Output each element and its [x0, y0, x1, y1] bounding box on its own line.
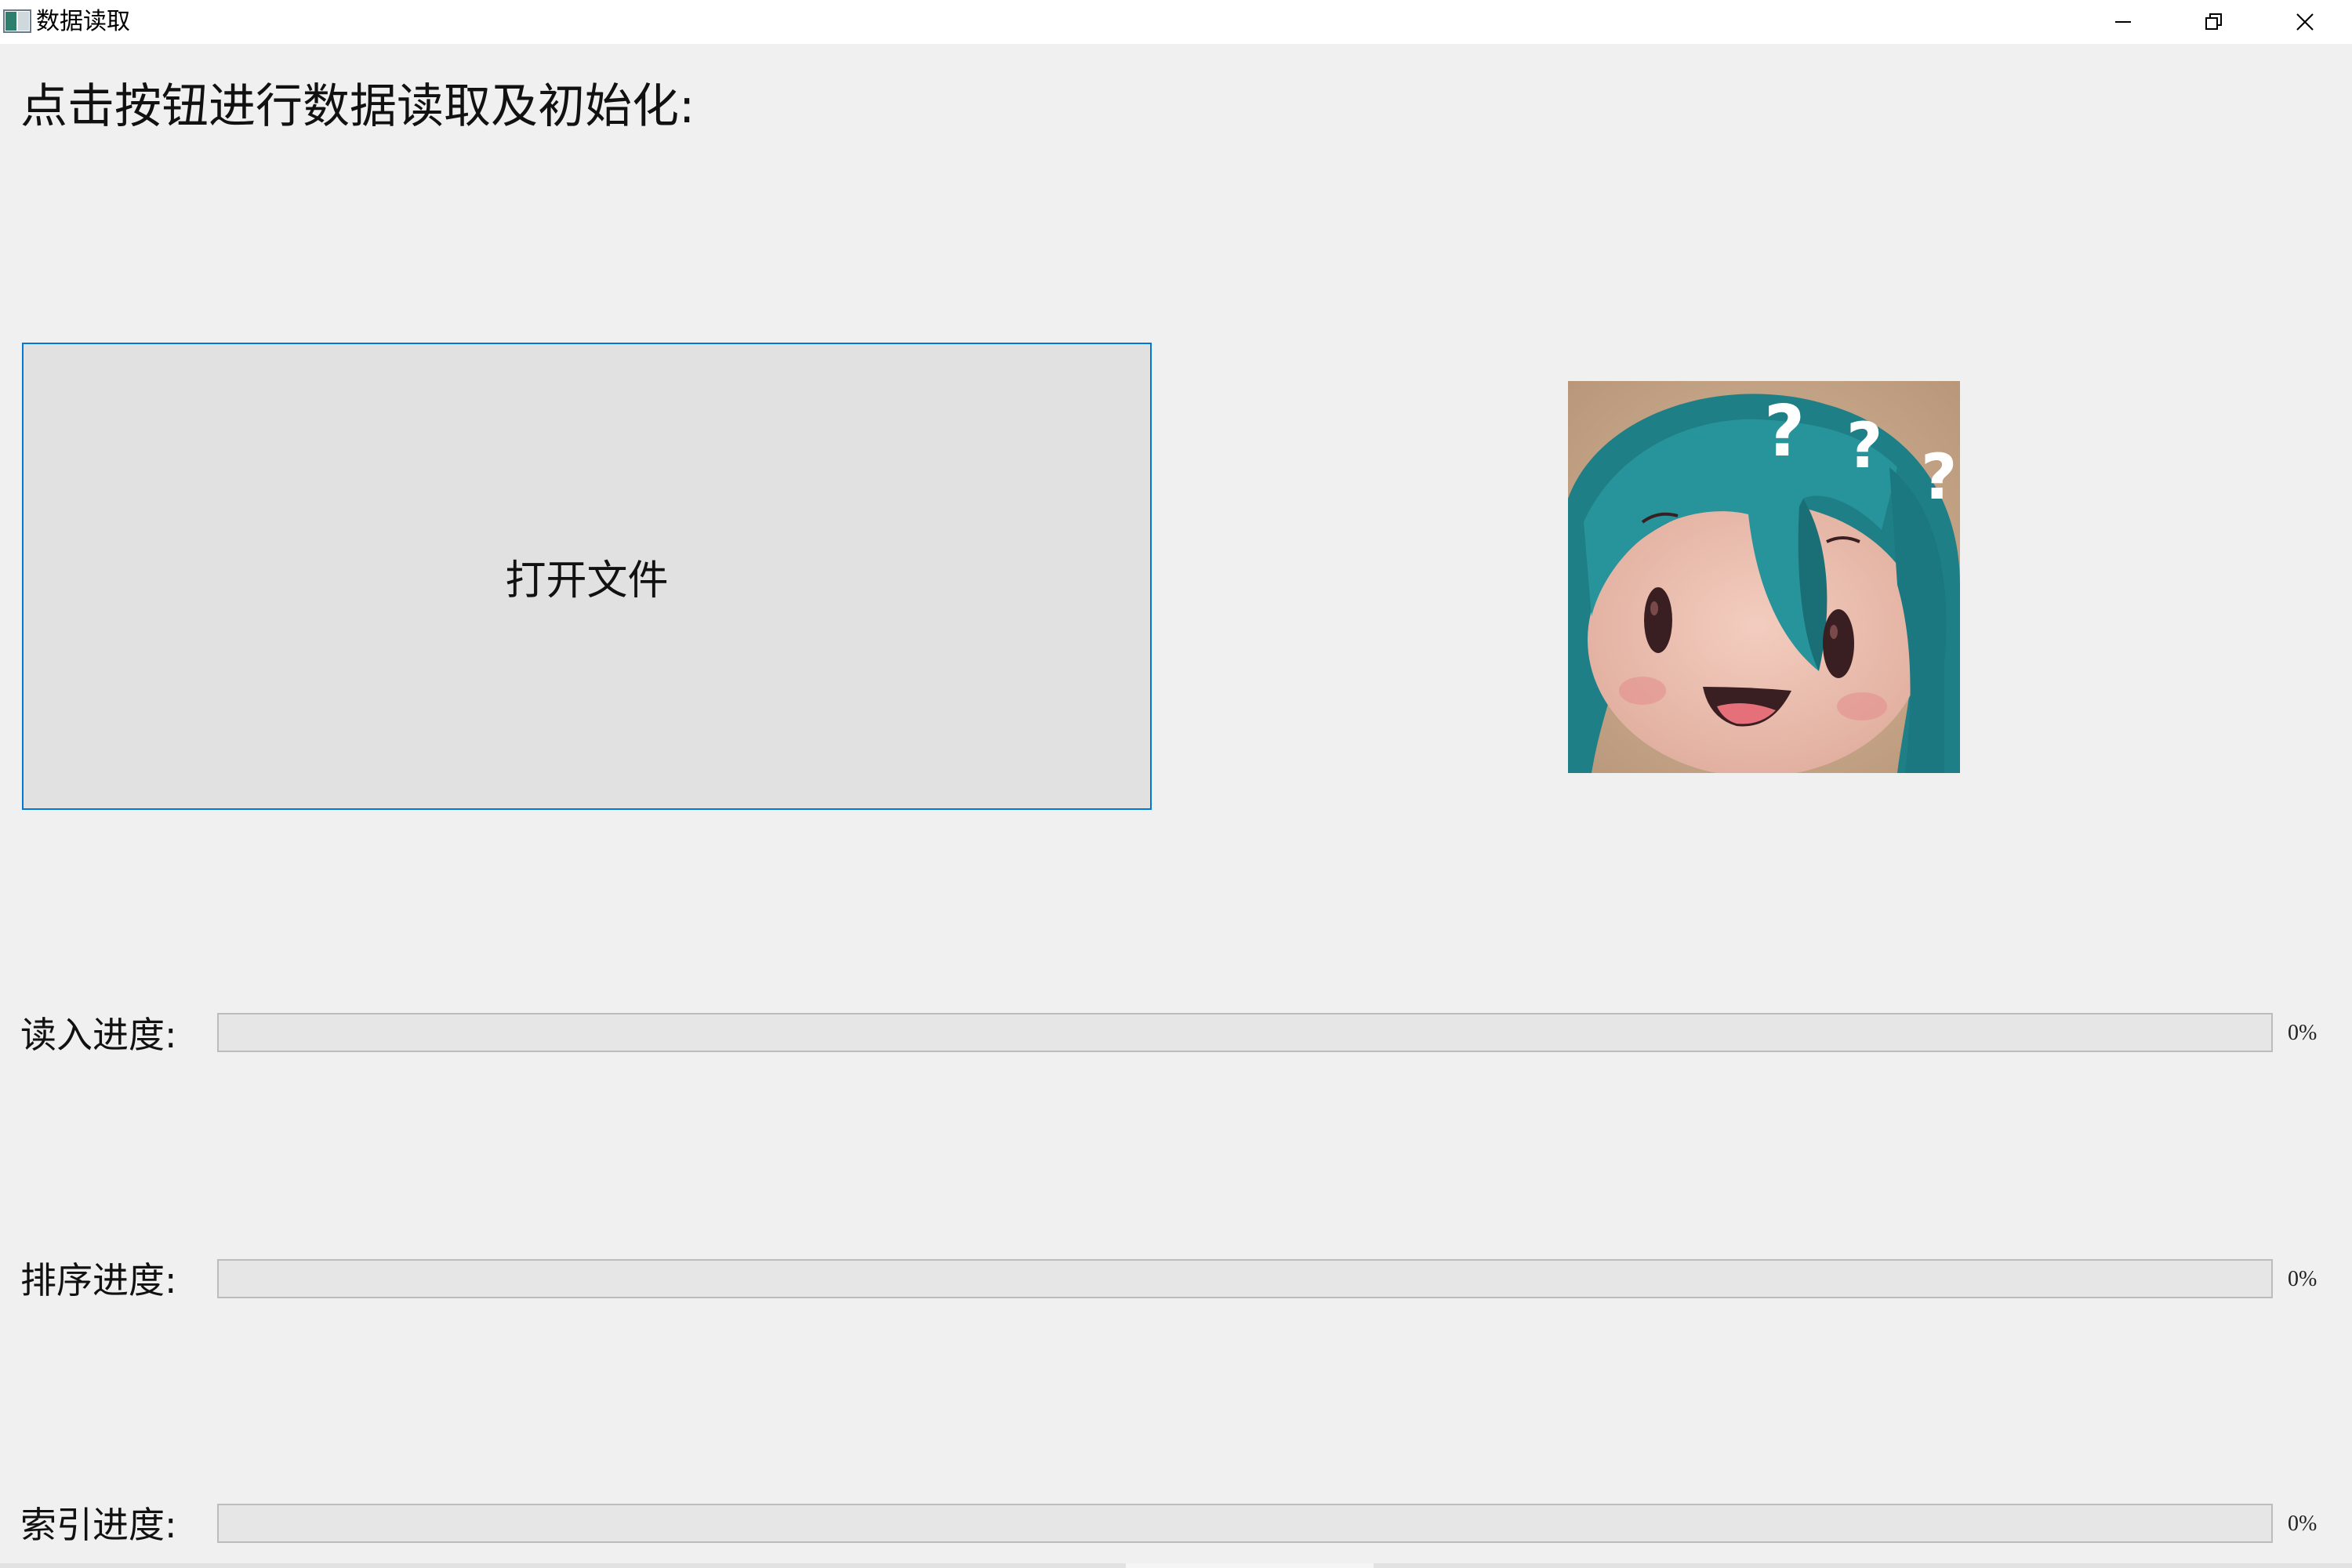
svg-text:?: ?	[1846, 409, 1882, 482]
open-file-button-label: 打开文件	[505, 557, 669, 604]
sort-progress-percent: 0%	[2288, 1267, 2318, 1291]
title-bar: 数据读取	[0, 0, 2352, 44]
read-progress-bar	[217, 1013, 2273, 1052]
minimize-icon	[2115, 21, 2131, 23]
close-icon	[2296, 13, 2314, 31]
read-progress-percent: 0%	[2288, 1021, 2318, 1045]
svg-text:?: ?	[1921, 441, 1957, 514]
close-button[interactable]	[2259, 0, 2350, 44]
index-progress-label: 索引进度:	[20, 1504, 177, 1546]
sort-progress-label: 排序进度:	[20, 1259, 177, 1301]
read-progress-label: 读入进度:	[20, 1014, 177, 1056]
page-heading: 点击按钮进行数据读取及初始化:	[20, 79, 695, 134]
restore-button[interactable]	[2169, 0, 2259, 44]
restore-icon	[2205, 13, 2222, 30]
minimize-button[interactable]	[2078, 0, 2169, 44]
index-progress-percent: 0%	[2288, 1512, 2318, 1536]
index-progress-bar	[217, 1504, 2273, 1543]
confused-plush-doll-picture: ? ? ?	[1568, 381, 1960, 773]
window-title: 数据读取	[36, 8, 130, 35]
sort-progress-bar	[217, 1259, 2273, 1298]
bottom-scroll-edge	[0, 1563, 2352, 1568]
svg-text:?: ?	[1764, 390, 1805, 473]
scrollbar-thumb[interactable]	[1126, 1563, 1374, 1568]
app-window-icon	[3, 9, 31, 33]
open-file-button[interactable]: 打开文件	[22, 343, 1152, 810]
